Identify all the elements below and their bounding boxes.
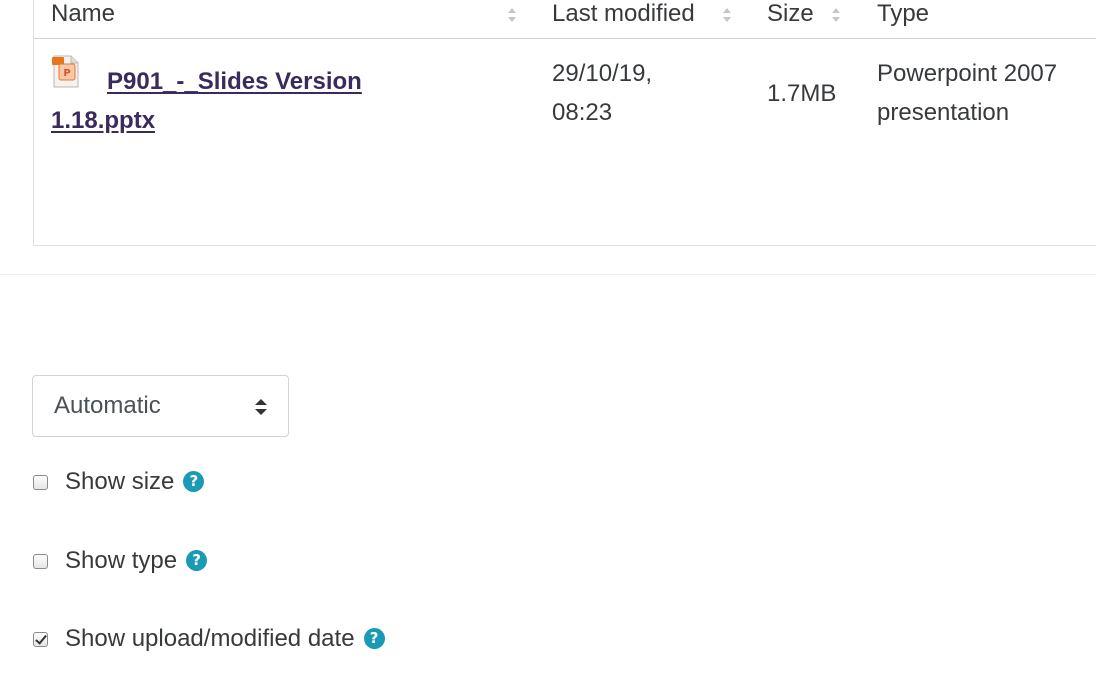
file-name-line2: 1.18.pptx: [51, 107, 156, 134]
show-type-checkbox[interactable]: [33, 554, 48, 569]
sort-last-modified-icon[interactable]: [722, 7, 732, 23]
folder-settings-page: Name Last modified Size Type P P901_-_Sl…: [0, 0, 1096, 691]
select-caret-icon: [254, 397, 268, 417]
show-type-label-wrap: Show type?: [65, 545, 208, 577]
help-icon[interactable]: ?: [183, 471, 205, 493]
show-type-label: Show type: [65, 547, 178, 574]
show-size-label-wrap: Show size?: [65, 466, 205, 498]
table-row: P901_-_Slides Version 1.18.pptx: [51, 62, 531, 140]
file-link-continued[interactable]: 1.18.pptx: [51, 107, 155, 134]
table-header-divider: [33, 38, 1096, 39]
column-header-size-label: Size: [767, 0, 814, 27]
sort-name-icon[interactable]: [507, 7, 517, 23]
column-header-size[interactable]: Size: [767, 0, 814, 40]
display-mode-select[interactable]: Automatic: [32, 375, 289, 437]
file-type-line2: presentation: [877, 99, 1010, 126]
column-header-type[interactable]: Type: [877, 0, 929, 40]
type-cell: Powerpoint 2007 presentation: [877, 54, 1057, 132]
help-icon[interactable]: ?: [186, 550, 208, 572]
file-name-line1: P901_-_Slides Version: [107, 68, 362, 95]
file-size: 1.7MB: [767, 80, 837, 107]
size-cell: 1.7MB: [767, 74, 836, 113]
column-header-name[interactable]: Name: [51, 0, 115, 40]
section-divider: [0, 274, 1096, 275]
show-size-label: Show size: [65, 468, 175, 495]
display-mode-value: Automatic: [54, 392, 161, 419]
column-header-last-modified-label: Last modified: [552, 0, 695, 27]
column-header-name-label: Name: [51, 0, 116, 27]
show-date-checkbox[interactable]: [33, 632, 48, 647]
show-date-label-wrap: Show upload/modified date?: [65, 623, 385, 655]
file-type-line1: Powerpoint 2007: [877, 60, 1058, 87]
sort-size-icon[interactable]: [831, 7, 841, 23]
show-date-label: Show upload/modified date: [65, 625, 355, 652]
modified-date: 29/10/19,: [552, 60, 653, 87]
modified-time: 08:23: [552, 99, 613, 126]
help-icon[interactable]: ?: [363, 628, 385, 650]
modified-cell: 29/10/19, 08:23: [552, 54, 652, 132]
column-header-type-label: Type: [877, 0, 930, 27]
file-link[interactable]: P901_-_Slides Version: [107, 68, 362, 95]
column-header-last-modified[interactable]: Last modified: [552, 0, 695, 40]
show-size-checkbox[interactable]: [33, 475, 48, 490]
